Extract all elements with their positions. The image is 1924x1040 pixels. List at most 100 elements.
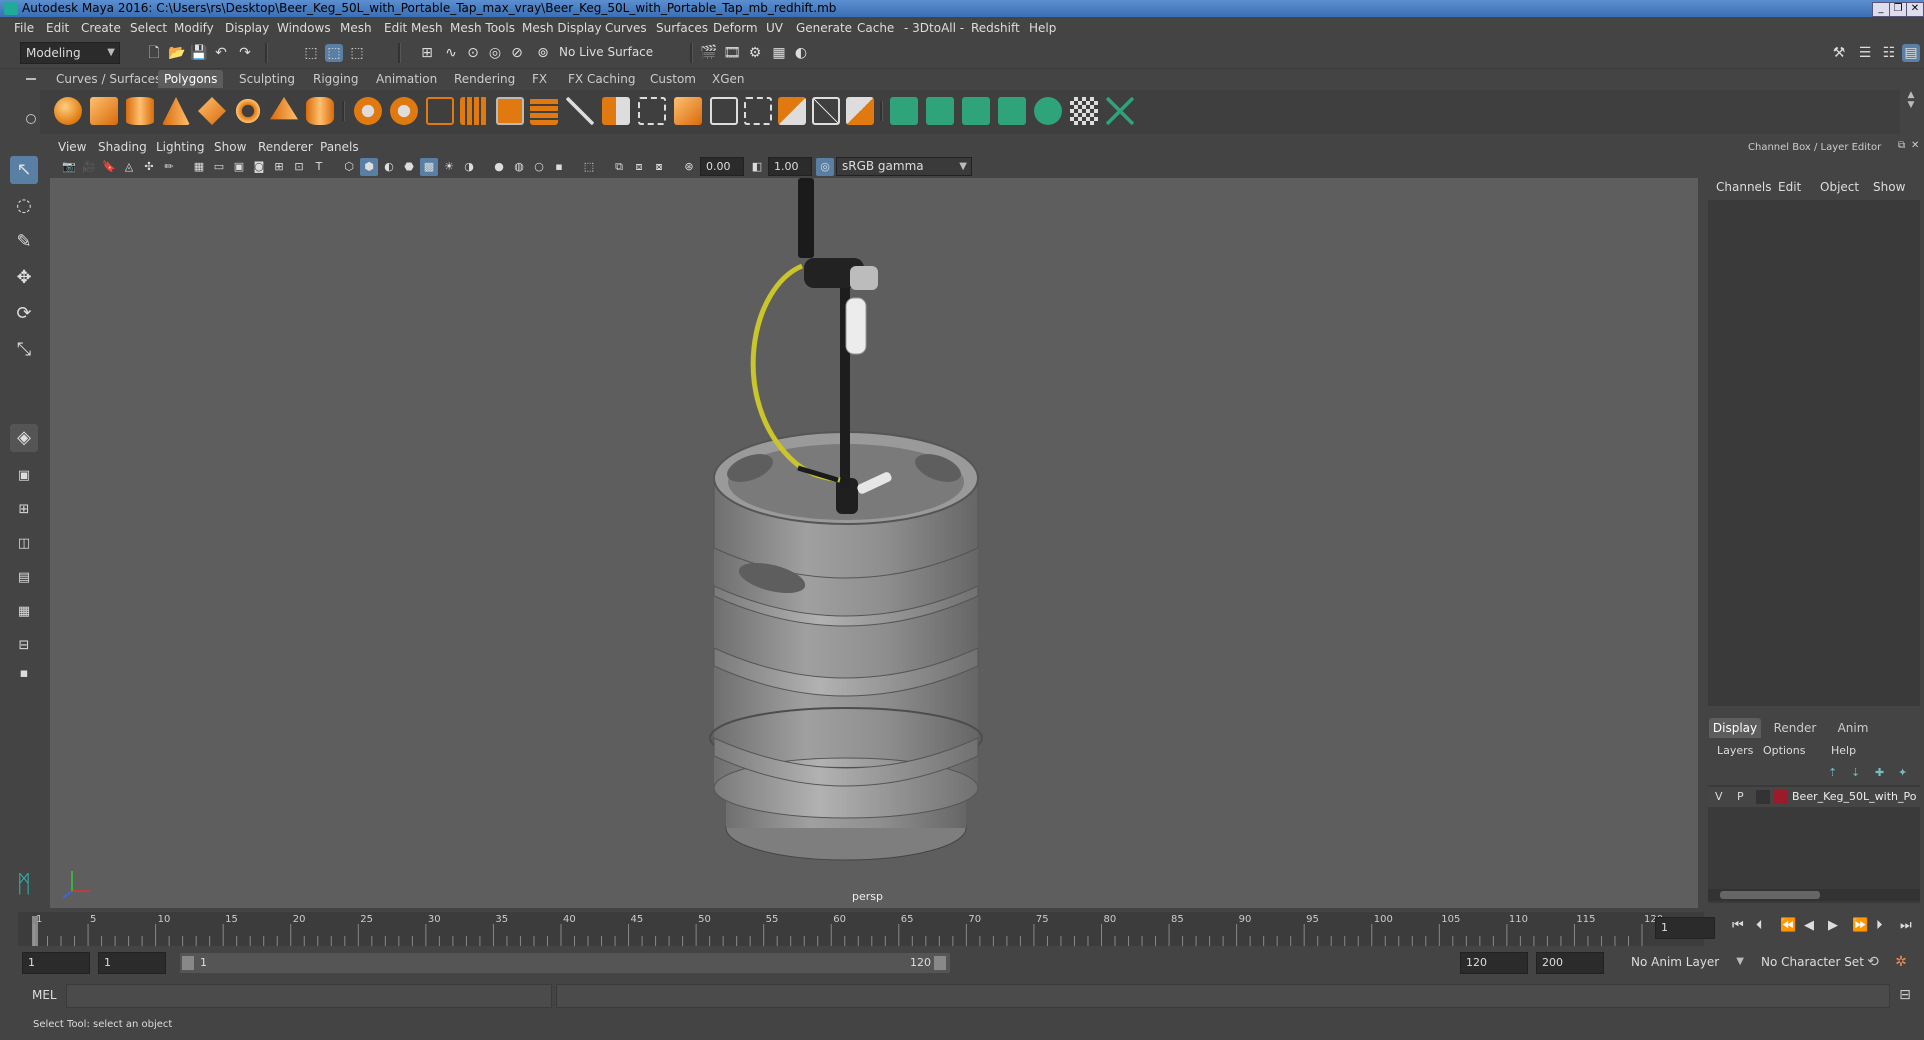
film-gate-icon[interactable]: ▭ (210, 158, 228, 176)
wireframe-icon[interactable]: ⬡ (340, 158, 358, 176)
image-plane-icon[interactable]: ◬ (120, 158, 138, 176)
wireframe-on-shaded-icon[interactable]: ⬣ (400, 158, 418, 176)
fill-hole-icon[interactable] (812, 97, 840, 125)
live-surface-icon[interactable]: ⊚ (534, 44, 552, 62)
exposure-field[interactable]: 0.00 (700, 157, 744, 176)
layout-graph-icon[interactable]: ▦ (10, 598, 38, 626)
extrude-icon[interactable] (602, 97, 630, 125)
beer-keg-model[interactable] (709, 178, 983, 861)
menu-windows[interactable]: Windows (277, 21, 331, 35)
menu-mesh[interactable]: Mesh (340, 21, 372, 35)
shelf-tab-fx[interactable]: FX (526, 70, 553, 88)
character-set-selector[interactable]: No Character Set (1756, 952, 1874, 974)
uv-automatic-icon[interactable] (998, 97, 1026, 125)
layer-playback-toggle[interactable]: P (1737, 790, 1744, 803)
viewport-menu-lighting[interactable]: Lighting (156, 140, 205, 154)
shelf-menu-icon[interactable] (26, 78, 36, 80)
shelf-tab-animation[interactable]: Animation (370, 70, 443, 88)
new-layer-selected-icon[interactable]: ✦ (1898, 766, 1907, 779)
viewport-menu-show[interactable]: Show (214, 140, 246, 154)
select-component-icon[interactable]: ⬚ (348, 44, 366, 62)
layout-two-pane-icon[interactable]: ◫ (10, 530, 38, 558)
channel-box-menu-edit[interactable]: Edit (1778, 180, 1801, 194)
uv-spherical-icon[interactable] (962, 97, 990, 125)
channel-box-menu-show[interactable]: Show (1873, 180, 1905, 194)
menu-mesh-display[interactable]: Mesh Display (522, 21, 602, 35)
current-frame-field[interactable]: 1 (1655, 917, 1715, 939)
viewport-menu-shading[interactable]: Shading (98, 140, 147, 154)
layout-single-pane-icon[interactable]: ▣ (10, 462, 38, 490)
poly-sphere-icon[interactable] (54, 97, 82, 125)
bridge-icon[interactable] (638, 97, 666, 125)
layout-outliner-icon[interactable]: ▤ (10, 564, 38, 592)
menu-surfaces[interactable]: Surfaces (656, 21, 708, 35)
restore-button[interactable]: ❐ (1889, 2, 1907, 17)
paint-select-tool-icon[interactable]: ✎ (10, 228, 38, 256)
new-scene-icon[interactable]: 🗋 (145, 44, 163, 62)
layer-list-scrollbar[interactable] (1708, 889, 1920, 901)
channel-box-menu-object[interactable]: Object (1820, 180, 1859, 194)
shelf-tab-rendering[interactable]: Rendering (448, 70, 521, 88)
command-input[interactable] (66, 984, 552, 1008)
lasso-tool-icon[interactable]: ◌ (10, 192, 38, 220)
render-view-icon[interactable]: ◐ (792, 44, 810, 62)
snap-point-icon[interactable]: ⊙ (464, 44, 482, 62)
poly-cylinder-icon[interactable] (126, 97, 154, 125)
uv-planar-icon[interactable] (890, 97, 918, 125)
go-to-start-icon[interactable]: ⏮ (1732, 918, 1744, 933)
combine-icon[interactable] (354, 97, 382, 125)
depth-of-field-icon[interactable]: ▪ (550, 158, 568, 176)
menu-curves[interactable]: Curves (605, 21, 647, 35)
current-time-indicator[interactable] (32, 916, 38, 946)
playback-end-field[interactable]: 120 (1460, 952, 1528, 974)
viewport-menu-panels[interactable]: Panels (320, 140, 359, 154)
layer-menu-help[interactable]: Help (1831, 744, 1856, 757)
mirror-icon[interactable] (530, 97, 558, 125)
menu-help[interactable]: Help (1029, 21, 1056, 35)
step-back-key-icon[interactable]: ⏪ (1780, 918, 1796, 933)
2d-pan-icon[interactable]: ✣ (140, 158, 158, 176)
layer-menu-layers[interactable]: Layers (1717, 744, 1753, 757)
ipr-render-icon[interactable]: 🎞 (723, 44, 741, 62)
select-object-icon[interactable]: ⬚ (325, 44, 343, 62)
float-panel-icon[interactable]: ⧉ (1898, 140, 1905, 151)
snap-view-plane-icon[interactable]: ◎ (486, 44, 504, 62)
shelf-tab-polygons[interactable]: Polygons (158, 70, 224, 88)
time-slider[interactable]: 1 5 10 15 20 25 30 35 40 45 50 55 60 65 70 75 80 85 90 95 10… (18, 912, 1704, 946)
layer-tab-render[interactable]: Render (1769, 718, 1821, 738)
uv-checker-icon[interactable] (1070, 97, 1098, 125)
use-all-lights-icon[interactable]: ☀ (440, 158, 458, 176)
motion-blur-icon[interactable]: ◍ (510, 158, 528, 176)
poly-plane-icon[interactable] (198, 97, 226, 125)
layer-menu-options[interactable]: Options (1763, 744, 1805, 757)
command-language-label[interactable]: MEL (32, 988, 57, 1002)
step-forward-key-icon[interactable]: ⏩ (1852, 918, 1868, 933)
grid-toggle-icon[interactable]: ▦ (190, 158, 208, 176)
shadows-icon[interactable]: ◑ (460, 158, 478, 176)
grease-pencil-icon[interactable]: ✏ (160, 158, 178, 176)
snap-curve-icon[interactable]: ∿ (442, 44, 460, 62)
undo-icon[interactable]: ↶ (212, 44, 230, 62)
gamma-icon[interactable]: ◧ (748, 158, 766, 176)
color-space-selector[interactable]: sRGB gamma ▼ (836, 157, 972, 176)
select-tool-icon[interactable]: ↖ (10, 156, 38, 184)
menu-edit[interactable]: Edit (46, 21, 69, 35)
xray-joints-icon[interactable]: ⧈ (630, 158, 648, 176)
script-editor-icon[interactable]: ⊟ (1896, 986, 1914, 1004)
attribute-editor-icon[interactable]: ☰ (1856, 44, 1874, 62)
poly-cube-icon[interactable] (90, 97, 118, 125)
show-manipulator-icon[interactable]: ◈ (10, 424, 38, 452)
menu-mesh-tools[interactable]: Mesh Tools (450, 21, 515, 35)
gate-mask-icon[interactable]: ◙ (250, 158, 268, 176)
step-back-icon[interactable]: ⏴ (1756, 918, 1763, 933)
shelf-scroll-icon[interactable]: ▲ ▼ (1906, 90, 1916, 134)
range-end-handle[interactable] (934, 956, 946, 970)
uv-unfold-icon[interactable] (1034, 97, 1062, 125)
play-backward-icon[interactable]: ◀ (1804, 918, 1814, 933)
shelf-settings-icon[interactable] (26, 114, 36, 124)
shelf-tab-curves-surfaces[interactable]: Curves / Surfaces (50, 70, 167, 88)
layer-row[interactable]: V P Beer_Keg_50L_with_Po (1708, 787, 1920, 807)
layer-reference-toggle[interactable] (1756, 790, 1770, 804)
playback-start-field[interactable]: 1 (98, 952, 166, 974)
auto-key-icon[interactable]: ⟲ (1864, 953, 1882, 971)
